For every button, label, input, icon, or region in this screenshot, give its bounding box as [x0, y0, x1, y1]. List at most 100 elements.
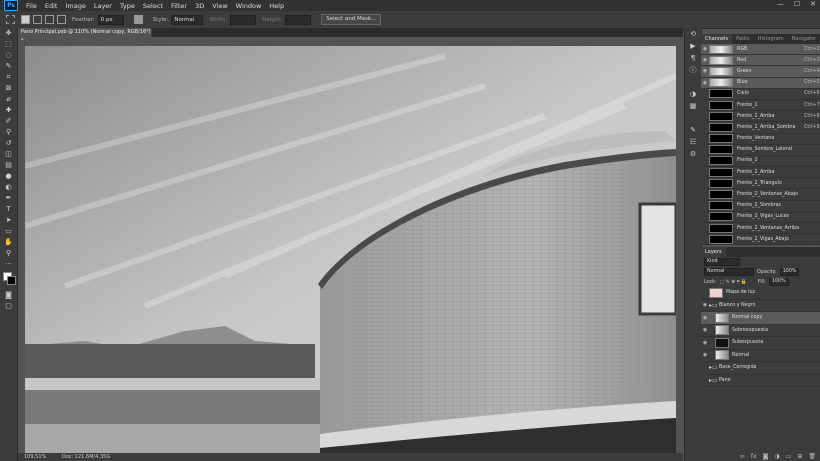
channel-row[interactable]: Cielo Ctrl+6 — [701, 89, 820, 100]
paragraph-icon[interactable]: ¶ — [685, 52, 701, 64]
layer-row[interactable]: ◉ Sobreexpuesta — [701, 325, 820, 337]
channel-row[interactable]: Frente_2_Arriba — [701, 167, 820, 179]
fill-input[interactable]: 100% — [768, 278, 789, 286]
shape-tool-icon[interactable]: ▭ — [0, 226, 17, 237]
horizontal-scrollbar[interactable] — [25, 446, 676, 450]
color-swatches-icon[interactable] — [0, 270, 17, 290]
brush-tool-icon[interactable]: ✐ — [0, 116, 17, 127]
layer-group-row[interactable]: ▸▭ Base_Corregida — [701, 362, 820, 375]
menu-edit[interactable]: Edit — [41, 2, 62, 10]
channel-row[interactable]: ◉ Blue Ctrl+5 — [701, 77, 820, 89]
minimize-icon[interactable]: — — [777, 0, 784, 8]
channel-row[interactable]: Frente_Ventana — [701, 134, 820, 145]
new-group-icon[interactable]: ▭ — [786, 453, 792, 460]
gradient-tool-icon[interactable]: ▤ — [0, 160, 17, 171]
zoom-level[interactable]: 109.51% — [24, 454, 46, 460]
blur-tool-icon[interactable]: ● — [0, 171, 17, 182]
visibility-eye-icon[interactable]: ◉ — [701, 80, 709, 86]
visibility-eye-icon[interactable]: ◉ — [701, 340, 709, 346]
visibility-eye-icon[interactable]: ◉ — [701, 46, 709, 52]
channel-row[interactable]: Frente_1_Arriba Ctrl+8 — [701, 111, 820, 123]
menu-image[interactable]: Image — [61, 2, 89, 10]
channel-row[interactable]: Frente_Sombra_Lateral — [701, 145, 820, 156]
background-color-swatch[interactable] — [7, 276, 16, 285]
menu-select[interactable]: Select — [139, 2, 167, 10]
visibility-eye-icon[interactable]: ◉ — [701, 327, 709, 333]
marquee-tool-preset[interactable] — [6, 15, 15, 24]
eyedropper-tool-icon[interactable]: ⌀ — [0, 94, 17, 105]
layer-row[interactable]: ◉ Normal copy — [701, 312, 820, 325]
lock-icons[interactable]: ⬚ ✎ ✥ ⌗ 🔒 — [720, 279, 747, 285]
eraser-tool-icon[interactable]: ◫ — [0, 149, 17, 160]
layer-group-row[interactable]: ◉ ▸▭ Blanco y Negro — [701, 300, 820, 312]
tab-histogram[interactable]: Histogram — [754, 34, 788, 44]
subtract-selection-icon[interactable] — [45, 15, 54, 24]
channel-row[interactable]: Frente_2_Sombras — [701, 201, 820, 212]
feather-input[interactable]: 0 px — [97, 14, 124, 25]
more-tools-icon[interactable]: ··· — [0, 259, 17, 270]
delete-layer-icon[interactable]: 🗑 — [808, 453, 816, 460]
layer-row[interactable]: ◉ Normal — [701, 350, 820, 362]
close-icon[interactable]: ✕ — [810, 0, 816, 8]
tab-paths[interactable]: Paths — [732, 34, 754, 44]
menu-view[interactable]: View — [208, 2, 231, 10]
lasso-tool-icon[interactable]: ◌ — [0, 50, 17, 61]
properties-icon[interactable]: ⚙ — [685, 148, 701, 160]
actions-icon[interactable]: ▶ — [685, 40, 701, 52]
type-tool-icon[interactable]: T — [0, 204, 17, 215]
maximize-icon[interactable]: ☐ — [794, 0, 800, 8]
swatches-icon[interactable]: ▦ — [685, 100, 701, 112]
adjustment-layer-icon[interactable]: ◑ — [774, 453, 779, 460]
crop-tool-icon[interactable]: ⌗ — [0, 72, 17, 83]
fx-icon[interactable]: fx — [751, 453, 757, 460]
link-layers-icon[interactable]: ∞ — [740, 453, 745, 460]
zoom-tool-icon[interactable]: ⚲ — [0, 248, 17, 259]
blend-mode-select[interactable]: Normal — [704, 268, 754, 276]
visibility-eye-icon[interactable]: ◉ — [701, 352, 709, 358]
channel-row[interactable]: Frente_2_Vigas_Luces — [701, 212, 820, 223]
menu-filter[interactable]: Filter — [167, 2, 191, 10]
channel-row[interactable]: ◉ Green Ctrl+4 — [701, 66, 820, 78]
intersect-selection-icon[interactable] — [57, 15, 66, 24]
visibility-eye-icon[interactable]: ◉ — [701, 302, 709, 308]
add-mask-icon[interactable]: ◙ — [763, 453, 769, 460]
tab-navigator[interactable]: Navigator — [788, 34, 820, 44]
document-canvas[interactable] — [25, 46, 676, 453]
path-select-tool-icon[interactable]: ➤ — [0, 215, 17, 226]
layer-row[interactable]: Mapa de luz — [701, 287, 820, 300]
new-selection-icon[interactable] — [21, 15, 30, 24]
channel-row[interactable]: Frente_2_Triangulo — [701, 178, 820, 190]
brush-settings-icon[interactable]: ✎ — [685, 124, 701, 136]
menu-help[interactable]: Help — [265, 2, 288, 10]
tab-layers[interactable]: Layers — [701, 247, 726, 257]
style-select[interactable]: Normal — [171, 14, 204, 25]
layer-row[interactable]: ◉ Subexpuesta — [701, 337, 820, 350]
channel-row[interactable]: Frente_1_Arriba_Sombra Ctrl+9 — [701, 122, 820, 134]
move-tool-icon[interactable]: ✥ — [0, 28, 17, 39]
clone-stamp-tool-icon[interactable]: ⚲ — [0, 127, 17, 138]
tab-channels[interactable]: Channels — [701, 34, 733, 44]
antialias-checkbox[interactable] — [133, 15, 143, 24]
photoshop-logo[interactable]: Ps — [4, 0, 18, 11]
channel-row[interactable]: Frente_2_Ventanas_Arriba — [701, 223, 820, 235]
channel-row[interactable]: Frente_1 Ctrl+7 — [701, 100, 820, 112]
menu-file[interactable]: File — [22, 2, 41, 10]
menu-3d[interactable]: 3D — [191, 2, 208, 10]
healing-brush-tool-icon[interactable]: ✚ — [0, 105, 17, 116]
layer-group-row[interactable]: ▸▭ Pano — [701, 375, 820, 387]
channel-row[interactable]: Frente_2_Vigas_Abajo — [701, 234, 820, 246]
quick-select-tool-icon[interactable]: ✎ — [0, 61, 17, 72]
channel-row[interactable]: ◉ Red Ctrl+3 — [701, 55, 820, 67]
frame-tool-icon[interactable]: ⊠ — [0, 83, 17, 94]
channel-row[interactable]: Frente_2_Ventanas_Abajo — [701, 189, 820, 201]
select-and-mask-button[interactable]: Select and Mask... — [321, 14, 382, 25]
channel-row[interactable]: ◉ RGB Ctrl+2 — [701, 44, 820, 56]
history-icon[interactable]: ⟲ — [685, 28, 701, 40]
hand-tool-icon[interactable]: ✋ — [0, 237, 17, 248]
document-tab[interactable]: Pano Principal.psb @ 110% (Normal copy, … — [18, 28, 152, 44]
opacity-input[interactable]: 100% — [779, 268, 800, 276]
visibility-eye-icon[interactable]: ◉ — [701, 57, 709, 63]
menu-window[interactable]: Window — [232, 2, 266, 10]
info-icon[interactable]: ⓘ — [685, 64, 701, 76]
new-layer-icon[interactable]: ⊞ — [797, 453, 802, 460]
